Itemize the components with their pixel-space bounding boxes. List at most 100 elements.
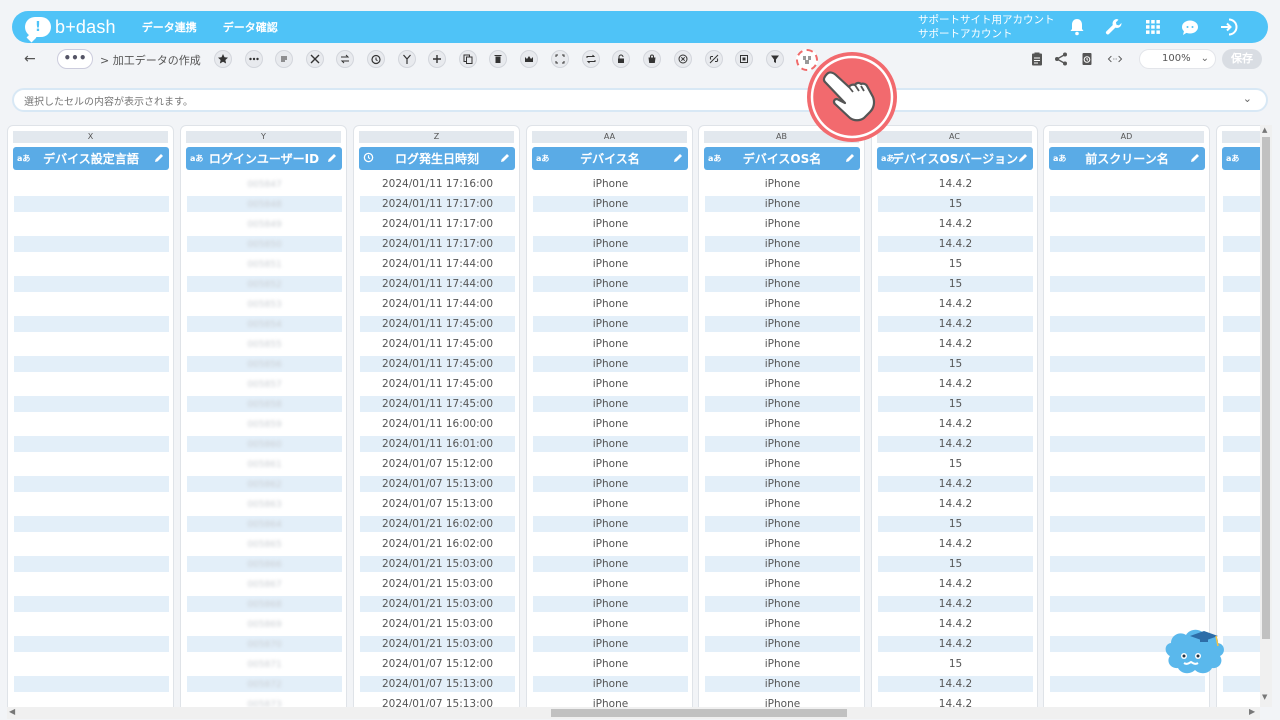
table-cell[interactable] <box>1223 576 1260 592</box>
table-cell[interactable]: iPhone <box>533 416 688 432</box>
table-cell[interactable] <box>1223 656 1260 672</box>
table-cell[interactable]: iPhone <box>705 456 860 472</box>
column-letter[interactable] <box>1222 131 1260 143</box>
table-cell[interactable]: 005870 <box>187 636 342 652</box>
table-cell[interactable] <box>1223 276 1260 292</box>
table-cell[interactable] <box>14 396 169 412</box>
table-cell[interactable] <box>1050 416 1205 432</box>
table-cell[interactable] <box>14 596 169 612</box>
table-cell[interactable]: iPhone <box>705 476 860 492</box>
table-cell[interactable]: 005868 <box>187 596 342 612</box>
table-cell[interactable]: 14.4.2 <box>878 176 1033 192</box>
apps-grid-icon[interactable] <box>1143 17 1163 37</box>
timer-icon[interactable] <box>367 50 385 68</box>
pencil-icon[interactable] <box>672 152 684 164</box>
table-cell[interactable] <box>1223 216 1260 232</box>
tools-icon[interactable] <box>306 50 324 68</box>
chevron-down-icon[interactable]: ⌄ <box>1243 92 1252 105</box>
table-cell[interactable]: 2024/01/07 15:12:00 <box>360 656 515 672</box>
table-cell[interactable]: iPhone <box>533 676 688 692</box>
table-cell[interactable]: 005872 <box>187 676 342 692</box>
table-cell[interactable] <box>1050 596 1205 612</box>
table-cell[interactable]: iPhone <box>533 696 688 707</box>
table-cell[interactable]: 14.4.2 <box>878 496 1033 512</box>
column-header[interactable]: aあ デバイスOSバージョン <box>877 147 1033 170</box>
table-cell[interactable]: 005871 <box>187 656 342 672</box>
table-cell[interactable]: 15 <box>878 556 1033 572</box>
table-cell[interactable]: iPhone <box>533 656 688 672</box>
table-cell[interactable]: 2024/01/11 17:45:00 <box>360 356 515 372</box>
table-cell[interactable] <box>14 296 169 312</box>
table-cell[interactable]: 005856 <box>187 356 342 372</box>
table-cell[interactable]: 005862 <box>187 476 342 492</box>
table-cell[interactable] <box>14 216 169 232</box>
table-cell[interactable]: iPhone <box>705 356 860 372</box>
table-cell[interactable]: iPhone <box>705 656 860 672</box>
table-cell[interactable] <box>1050 396 1205 412</box>
table-cell[interactable] <box>14 416 169 432</box>
table-cell[interactable]: iPhone <box>705 516 860 532</box>
table-cell[interactable]: 2024/01/21 15:03:00 <box>360 596 515 612</box>
table-cell[interactable] <box>1050 376 1205 392</box>
table-cell[interactable]: iPhone <box>705 196 860 212</box>
table-cell[interactable] <box>1223 456 1260 472</box>
table-cell[interactable] <box>14 356 169 372</box>
vertical-scroll-thumb[interactable] <box>1262 137 1270 639</box>
table-cell[interactable]: 005858 <box>187 396 342 412</box>
breadcrumb-more-button[interactable]: ••• <box>57 49 93 69</box>
table-cell[interactable] <box>1050 296 1205 312</box>
plus-icon[interactable] <box>428 50 446 68</box>
table-cell[interactable]: 2024/01/07 15:13:00 <box>360 696 515 707</box>
crown-icon[interactable] <box>520 50 538 68</box>
table-cell[interactable]: 15 <box>878 196 1033 212</box>
table-cell[interactable] <box>1223 376 1260 392</box>
bell-icon[interactable] <box>1067 17 1087 37</box>
table-cell[interactable]: 005857 <box>187 376 342 392</box>
history-icon[interactable] <box>1078 50 1096 68</box>
table-cell[interactable]: 005863 <box>187 496 342 512</box>
column-letter[interactable]: AA <box>532 131 687 143</box>
table-cell[interactable]: 005852 <box>187 276 342 292</box>
table-cell[interactable]: iPhone <box>705 316 860 332</box>
table-cell[interactable] <box>14 636 169 652</box>
table-cell[interactable]: iPhone <box>705 436 860 452</box>
nav-data-integration[interactable]: データ連携 <box>142 19 197 35</box>
table-cell[interactable]: 14.4.2 <box>878 236 1033 252</box>
table-cell[interactable]: iPhone <box>533 536 688 552</box>
table-cell[interactable] <box>1050 556 1205 572</box>
table-cell[interactable]: 2024/01/11 17:45:00 <box>360 376 515 392</box>
table-cell[interactable]: 2024/01/11 17:45:00 <box>360 316 515 332</box>
table-cell[interactable]: iPhone <box>705 336 860 352</box>
more-dots-icon[interactable] <box>245 50 263 68</box>
table-cell[interactable]: 2024/01/11 17:44:00 <box>360 276 515 292</box>
table-cell[interactable]: 005850 <box>187 236 342 252</box>
save-button[interactable]: 保存 <box>1222 49 1262 69</box>
table-cell[interactable]: iPhone <box>705 216 860 232</box>
table-cell[interactable]: 2024/01/21 16:02:00 <box>360 536 515 552</box>
zoom-select[interactable]: 100% ⌄ <box>1139 49 1216 69</box>
table-cell[interactable]: 15 <box>878 356 1033 372</box>
table-cell[interactable]: 2024/01/11 16:01:00 <box>360 436 515 452</box>
table-cell[interactable]: 14.4.2 <box>878 596 1033 612</box>
column-letter[interactable]: Z <box>359 131 514 143</box>
column-header[interactable]: aあ 前スクリーン名 <box>1049 147 1205 170</box>
share-icon[interactable] <box>1052 50 1070 68</box>
table-cell[interactable]: 14.4.2 <box>878 636 1033 652</box>
column-letter[interactable]: AC <box>877 131 1032 143</box>
table-cell[interactable]: 2024/01/11 16:00:00 <box>360 416 515 432</box>
table-cell[interactable] <box>1050 276 1205 292</box>
table-cell[interactable] <box>14 476 169 492</box>
table-cell[interactable]: 005853 <box>187 296 342 312</box>
code-icon[interactable] <box>1104 50 1126 68</box>
table-cell[interactable] <box>1223 436 1260 452</box>
table-cell[interactable]: 005855 <box>187 336 342 352</box>
table-cell[interactable]: 2024/01/21 15:03:00 <box>360 636 515 652</box>
table-cell[interactable]: 2024/01/11 17:16:00 <box>360 176 515 192</box>
table-cell[interactable]: iPhone <box>705 636 860 652</box>
cell-content-input[interactable] <box>24 92 1224 113</box>
table-cell[interactable]: iPhone <box>533 636 688 652</box>
filter-icon[interactable] <box>766 50 784 68</box>
table-cell[interactable]: 15 <box>878 256 1033 272</box>
table-cell[interactable] <box>14 196 169 212</box>
table-cell[interactable] <box>14 676 169 692</box>
